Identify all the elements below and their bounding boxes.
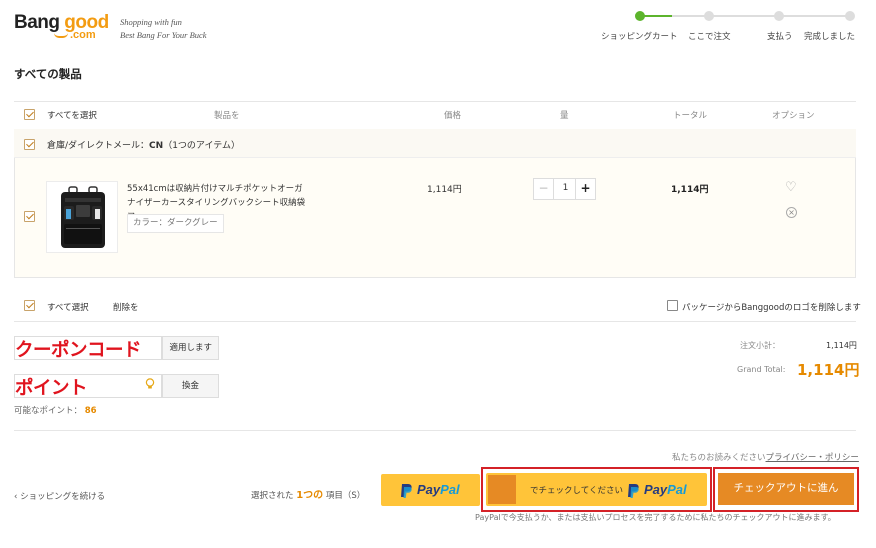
paypal-checkout-button[interactable]: でチェックしてください PayPal (486, 473, 707, 506)
col-header-total: トータル (673, 111, 708, 121)
step-label-cart: ショッピングカート (601, 32, 678, 42)
paypal-badge (488, 475, 516, 504)
quantity-input[interactable]: 1 (555, 179, 576, 199)
coupon-annotation: クーポンコード (15, 340, 142, 361)
chevron-left-icon: ‹ (14, 492, 18, 502)
item-total: 1,114円 (671, 185, 709, 195)
wishlist-heart-icon[interactable]: ♡ (785, 180, 797, 195)
subtotal-value: 1,114円 (826, 341, 857, 350)
selected-count: 選択された 1つの 項目（S） (251, 490, 366, 501)
quantity-increase-button[interactable]: + (575, 179, 595, 199)
paypal-checkout-label: でチェックしてください (530, 486, 623, 496)
paypal-icon (628, 484, 639, 499)
payment-note: PayPalで今支払うか、または支払いプロセスを完了するために私たちのチェックア… (475, 513, 836, 522)
step-dot-cart (635, 11, 645, 21)
remove-logo-label: パッケージからBanggoodのロゴを削除します (682, 303, 861, 313)
remove-logo-checkbox[interactable] (667, 300, 678, 311)
select-all-label: すべてを選択 (47, 111, 97, 121)
product-color-tag: カラー：ダークグレー (127, 214, 224, 233)
paypal-icon (401, 484, 412, 499)
step-label-pay: 支払う (767, 32, 793, 42)
delete-selected-link[interactable]: 削除を (113, 301, 139, 313)
tagline-line-1: Shopping with fun (120, 17, 182, 27)
grand-total-value: 1,114円 (797, 361, 860, 379)
privacy-notice: 私たちのお読みくださいプライバシー・ポリシー (672, 453, 859, 463)
warehouse-label: 倉庫/ダイレクトメール：CN（1つのアイテム） (47, 141, 241, 151)
continue-shopping-link[interactable]: ‹ ショッピングを続ける (14, 490, 105, 502)
remove-item-icon[interactable]: × (786, 207, 797, 218)
item-checkbox[interactable] (24, 211, 35, 222)
tagline-line-2: Best Bang For Your Buck (120, 30, 207, 40)
step-label-order: ここで注文 (688, 32, 731, 42)
divider (14, 321, 856, 322)
logo-swoosh (54, 33, 68, 38)
step-dot-pay (774, 11, 784, 21)
paypal-logo: PayPal (399, 482, 460, 499)
step-label-complete: 完成しました (804, 32, 856, 42)
available-points: 可能なポイント： 86 (14, 406, 97, 416)
subtotal-label: 注文小計： (740, 341, 780, 350)
col-header-options: オプション (772, 111, 815, 121)
car-seat-organizer-image (61, 186, 105, 248)
page-title: すべての製品 (14, 67, 82, 81)
divider (14, 101, 856, 102)
step-dot-order (704, 11, 714, 21)
select-all-bottom-checkbox[interactable] (24, 300, 35, 311)
step-dot-complete (845, 11, 855, 21)
quantity-decrease-button[interactable]: − (534, 179, 554, 199)
col-header-price: 価格 (444, 111, 462, 121)
privacy-policy-link[interactable]: プライバシー・ポリシー (766, 453, 859, 463)
logo-domain: .com (70, 29, 96, 41)
select-all-bottom-label: すべて選択 (47, 303, 89, 313)
grand-total-label: Grand Total: (737, 365, 786, 374)
item-price: 1,114円 (427, 185, 462, 195)
select-all-checkbox[interactable] (24, 109, 35, 120)
paypal-logo: PayPal (626, 482, 687, 499)
point-annotation: ポイント (15, 378, 88, 399)
tagline: Shopping with fun Best Bang For Your Buc… (120, 16, 207, 42)
apply-coupon-button[interactable]: 適用します (162, 336, 219, 360)
col-header-quantity: 量 (560, 111, 569, 121)
checkout-button[interactable]: チェックアウトに進ん (718, 473, 854, 505)
col-header-product: 製品を (214, 111, 240, 121)
warehouse-checkbox[interactable] (24, 139, 35, 150)
banggood-logo[interactable]: Bang good .com (14, 12, 109, 41)
quantity-stepper: − 1 + (533, 178, 596, 200)
paypal-button[interactable]: PayPal (381, 474, 480, 506)
exchange-points-button[interactable]: 換金 (162, 374, 219, 398)
lightbulb-icon[interactable] (145, 378, 155, 390)
divider (14, 430, 856, 431)
product-thumbnail[interactable] (46, 181, 118, 253)
